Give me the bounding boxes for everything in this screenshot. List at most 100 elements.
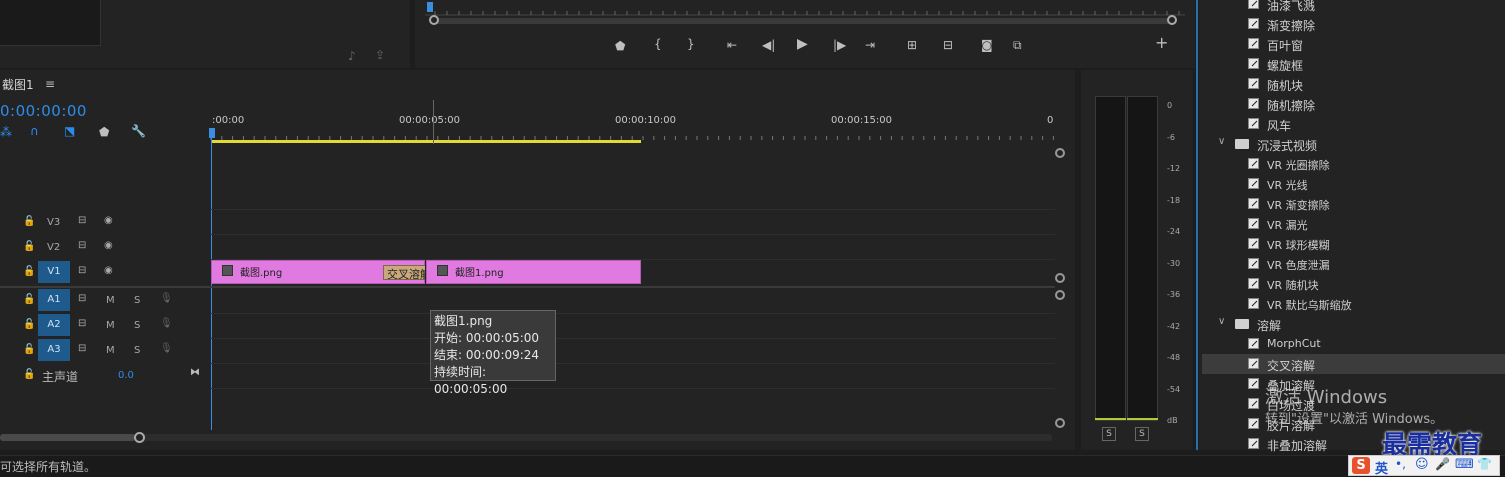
track-header-master[interactable]: 🔓 主声道 0.0 ⧓ (0, 364, 210, 388)
track-target-v2[interactable]: V2 (47, 242, 60, 253)
lock-icon[interactable]: 🔓 (23, 216, 35, 227)
timeline-playhead-handle[interactable] (209, 128, 215, 138)
track-header-v3[interactable]: 🔓 V3 ⊟ ◉ (0, 211, 210, 235)
keyboard-icon[interactable]: ⌨ (1455, 457, 1474, 472)
lock-icon[interactable]: 🔓 (23, 319, 35, 330)
mute-button[interactable]: M (106, 320, 115, 331)
linked-selection-icon[interactable]: ⬔ (64, 125, 75, 137)
button-editor-plus-icon[interactable]: + (1155, 35, 1168, 51)
play-icon[interactable]: ▶ (797, 37, 808, 51)
mute-button[interactable]: M (106, 345, 115, 356)
program-zoom-handle-right[interactable] (1167, 15, 1177, 25)
effects-item[interactable]: VR 默比乌斯缩放 (1202, 294, 1505, 314)
sync-lock-icon[interactable]: ⊟ (78, 293, 86, 304)
audio-scroll-bottom-handle[interactable] (1055, 418, 1065, 428)
clip-screenshot1-png[interactable]: 截图1.png (426, 260, 641, 284)
effects-folder[interactable]: ∨ 溶解 (1202, 314, 1505, 334)
emoji-icon[interactable]: ☺ (1415, 457, 1429, 472)
track-target-v1[interactable]: V1 (38, 261, 70, 283)
timeline-scroll-thumb[interactable] (0, 434, 135, 441)
share-icon[interactable]: ⇪ (375, 49, 385, 61)
timeline-horizontal-scrollbar[interactable] (0, 434, 1052, 441)
sync-lock-icon[interactable]: ⊟ (78, 265, 86, 276)
hamburger-icon[interactable]: ≡ (45, 77, 55, 91)
solo-right-button[interactable]: S (1135, 427, 1149, 441)
sync-lock-icon[interactable]: ⊟ (78, 343, 86, 354)
eye-icon[interactable]: ◉ (104, 240, 113, 251)
lock-icon[interactable]: 🔓 (23, 344, 35, 355)
sequence-tab-title[interactable]: 截图1 (2, 76, 34, 93)
track-header-v1[interactable]: 🔓 V1 ⊟ ◉ (0, 261, 210, 285)
effects-item[interactable]: VR 漏光 (1202, 214, 1505, 234)
track-header-a3[interactable]: 🔓 A3 ⊟ M S 🎙 (0, 339, 210, 363)
track-header-a2[interactable]: 🔓 A2 ⊟ M S 🎙 (0, 314, 210, 338)
nest-toggle-icon[interactable]: ⁂ (0, 126, 12, 138)
video-scroll-bottom-handle[interactable] (1055, 273, 1065, 283)
add-marker-timeline-icon[interactable]: ⬟ (99, 126, 109, 138)
go-to-out-icon[interactable]: ⇥ (865, 39, 875, 51)
lock-icon[interactable]: 🔓 (23, 266, 35, 277)
mute-button[interactable]: M (106, 295, 115, 306)
effects-item[interactable]: VR 光线 (1202, 174, 1505, 194)
mic-icon[interactable]: 🎙 (160, 318, 173, 329)
mic-icon[interactable]: 🎙 (160, 293, 173, 304)
track-target-v3[interactable]: V3 (47, 217, 60, 228)
mark-out-icon[interactable]: } (687, 38, 695, 50)
ime-toolbar[interactable]: S 英 •, ☺ 🎤 ⌨ 👕 (1348, 455, 1500, 477)
mark-in-icon[interactable]: { (654, 38, 662, 50)
effects-item[interactable]: 随机擦除 (1202, 94, 1505, 114)
lock-icon[interactable]: 🔓 (23, 294, 35, 305)
skin-icon[interactable]: 👕 (1477, 457, 1492, 471)
go-to-in-icon[interactable]: ⇤ (727, 39, 737, 51)
comparison-view-icon[interactable]: ⧉ (1013, 39, 1022, 51)
step-back-icon[interactable]: ◀| (762, 39, 775, 51)
sync-lock-icon[interactable]: ⊟ (78, 215, 86, 226)
chevron-down-icon[interactable]: ∨ (1218, 136, 1225, 147)
sogou-logo-icon[interactable]: S (1352, 457, 1370, 474)
solo-button[interactable]: S (134, 320, 140, 331)
video-scroll-top-handle[interactable] (1055, 148, 1065, 158)
eye-icon[interactable]: ◉ (104, 265, 113, 276)
program-playhead[interactable] (427, 2, 433, 12)
track-header-a1[interactable]: 🔓 A1 ⊟ M S 🎙 (0, 289, 210, 313)
effects-item[interactable]: VR 渐变擦除 (1202, 194, 1505, 214)
effects-folder[interactable]: ∨ 沉浸式视频 (1202, 134, 1505, 154)
audio-scroll-top-handle[interactable] (1055, 290, 1065, 300)
track-header-v2[interactable]: 🔓 V2 ⊟ ◉ (0, 236, 210, 260)
add-marker-icon[interactable]: ⬟ (615, 40, 625, 52)
effects-item[interactable]: 随机块 (1202, 74, 1505, 94)
timeline-settings-wrench-icon[interactable]: 🔧 (131, 125, 146, 137)
effects-item[interactable]: 渐变擦除 (1202, 14, 1505, 34)
track-target-a3[interactable]: A3 (38, 339, 70, 361)
effects-item[interactable]: 百叶窗 (1202, 34, 1505, 54)
effects-item[interactable]: 风车 (1202, 114, 1505, 134)
timeline-scroll-handle[interactable] (134, 432, 145, 443)
extract-icon[interactable]: ⊟ (943, 39, 953, 51)
export-frame-camera-icon[interactable]: ◙ (981, 39, 993, 51)
lock-icon[interactable]: 🔓 (23, 241, 35, 252)
program-zoom-handle-left[interactable] (429, 15, 439, 25)
lock-icon[interactable]: 🔓 (23, 369, 35, 380)
sync-lock-icon[interactable]: ⊟ (78, 318, 86, 329)
sequence-timecode[interactable]: 0:00:00:00 (0, 102, 87, 120)
transition-cross-dissolve[interactable]: 交叉溶解 (383, 265, 426, 280)
master-volume-value[interactable]: 0.0 (118, 370, 134, 381)
program-mini-ruler[interactable] (425, 0, 1185, 16)
solo-button[interactable]: S (134, 345, 140, 356)
effects-item[interactable]: VR 光圈擦除 (1202, 154, 1505, 174)
effects-item[interactable]: VR 随机块 (1202, 274, 1505, 294)
effects-item[interactable]: 油漆飞溅 (1202, 0, 1505, 14)
work-area-bar[interactable] (211, 140, 641, 143)
snap-magnet-icon[interactable]: ∩ (30, 125, 39, 137)
ime-language-toggle[interactable]: 英 (1375, 458, 1388, 477)
effects-item[interactable]: 螺旋框 (1202, 54, 1505, 74)
lift-icon[interactable]: ⊞ (907, 39, 917, 51)
go-to-end-icon[interactable]: ⧓ (190, 367, 200, 378)
solo-button[interactable]: S (134, 295, 140, 306)
track-target-a1[interactable]: A1 (38, 289, 70, 311)
effects-item[interactable]: VR 球形模糊 (1202, 234, 1505, 254)
track-target-a2[interactable]: A2 (38, 314, 70, 336)
effects-item[interactable]: MorphCut (1202, 334, 1505, 354)
program-zoom-scrollbar[interactable] (435, 18, 1170, 24)
mic-icon[interactable]: 🎙 (160, 343, 173, 354)
